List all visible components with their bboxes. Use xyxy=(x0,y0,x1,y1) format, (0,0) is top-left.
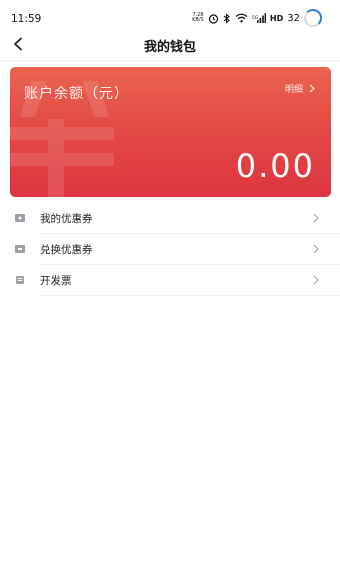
menu-item-invoice[interactable]: 开发票 xyxy=(0,265,340,296)
wifi-icon xyxy=(235,13,248,23)
status-time: 11:59 xyxy=(11,13,42,25)
detail-label: 明细 xyxy=(284,85,303,95)
menu-item-label: 兑换优惠券 xyxy=(40,244,93,256)
detail-link[interactable]: 明细 xyxy=(285,82,315,95)
nav-bar: 我的钱包 xyxy=(0,30,340,58)
nav-divider xyxy=(0,60,340,61)
menu-divider xyxy=(40,295,340,296)
status-icons: 7.28 KB/S 5G HD 32 xyxy=(192,9,322,27)
balance-card: 账户余额（元） 明细 0.00 xyxy=(10,67,331,197)
wallet-menu: 我的优惠券 兑换优惠券 开发票 xyxy=(0,203,340,296)
network-speed: 7.28 KB/S xyxy=(192,12,204,23)
coupon-icon xyxy=(15,214,25,222)
bluetooth-icon xyxy=(223,12,231,24)
chevron-right-icon xyxy=(313,213,319,223)
menu-item-label: 我的优惠券 xyxy=(40,213,93,225)
battery-level: 32 xyxy=(287,12,300,24)
invoice-icon xyxy=(16,276,24,284)
menu-item-my-coupons[interactable]: 我的优惠券 xyxy=(0,203,340,234)
alarm-icon xyxy=(208,13,219,24)
status-bar: 11:59 7.28 KB/S 5G HD 32 xyxy=(0,0,340,34)
signal-icon: 5G xyxy=(252,13,266,23)
balance-amount: 0.00 xyxy=(235,147,315,185)
balance-label: 账户余额（元） xyxy=(24,86,129,102)
menu-item-label: 开发票 xyxy=(40,275,72,287)
chevron-right-icon xyxy=(309,84,315,93)
loading-indicator-icon xyxy=(304,9,322,27)
network-type: HD xyxy=(269,13,284,23)
chevron-right-icon xyxy=(313,275,319,285)
menu-item-exchange-coupons[interactable]: 兑换优惠券 xyxy=(0,234,340,265)
exchange-coupon-icon xyxy=(15,245,25,253)
chevron-right-icon xyxy=(313,244,319,254)
page-title: 我的钱包 xyxy=(143,40,196,55)
svg-text:5G: 5G xyxy=(252,15,259,21)
